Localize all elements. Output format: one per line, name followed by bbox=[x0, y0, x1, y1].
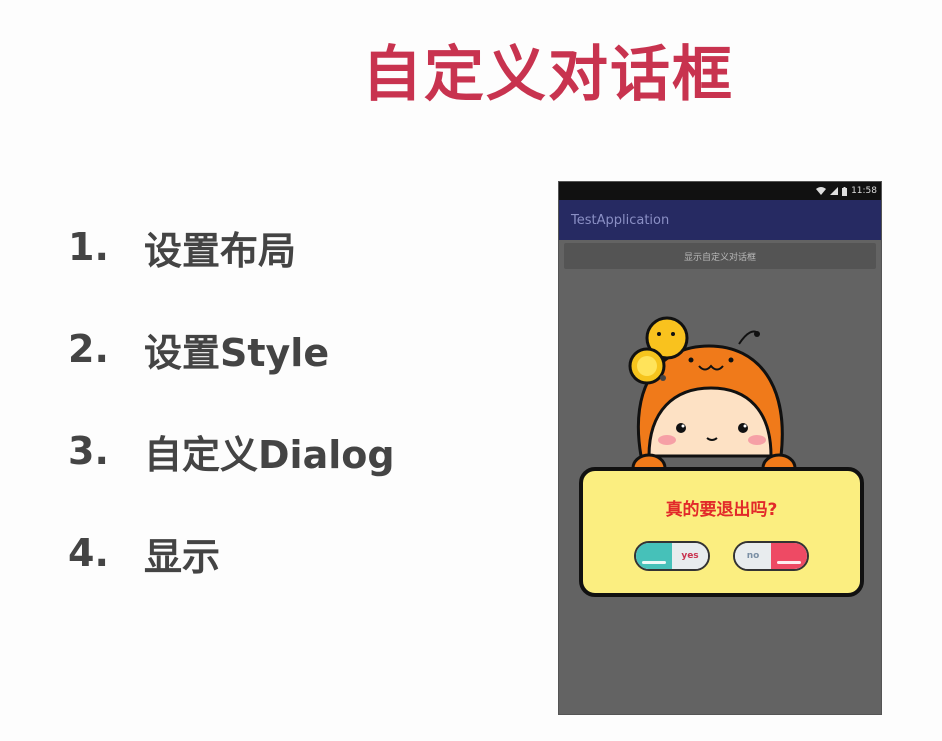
app-bar: TestApplication bbox=[559, 200, 881, 240]
mascot-illustration bbox=[628, 316, 797, 481]
yes-button[interactable]: yes bbox=[634, 541, 710, 571]
step-text: 设置Style bbox=[144, 330, 330, 375]
exit-dialog: 真的要退出吗? yes no bbox=[579, 467, 864, 597]
pill-shine bbox=[642, 561, 666, 564]
step-item: 4. 显示 bbox=[68, 502, 395, 604]
no-pill-color bbox=[771, 543, 807, 569]
no-label: no bbox=[735, 543, 771, 569]
phone-screen: 11:58 TestApplication 显示自定义对话框 真的要退出吗? y… bbox=[559, 182, 881, 714]
step-item: 2. 设置Style bbox=[68, 298, 395, 400]
app-title: TestApplication bbox=[571, 212, 670, 228]
dialog-message: 真的要退出吗? bbox=[665, 500, 778, 520]
signal-icon bbox=[830, 187, 839, 195]
step-number: 3. bbox=[68, 429, 109, 473]
step-text: 设置布局 bbox=[144, 228, 297, 273]
step-item: 1. 设置布局 bbox=[68, 196, 395, 298]
step-text: 自定义Dialog bbox=[144, 432, 395, 477]
yes-label: yes bbox=[672, 543, 708, 569]
step-number: 1. bbox=[68, 225, 109, 269]
step-item: 3. 自定义Dialog bbox=[68, 400, 395, 502]
no-button[interactable]: no bbox=[733, 541, 809, 571]
show-dialog-button-label: 显示自定义对话框 bbox=[683, 252, 756, 263]
slide-title: 自定义对话框 bbox=[362, 40, 734, 110]
pill-shine bbox=[777, 561, 801, 564]
status-time: 11:58 bbox=[851, 186, 877, 196]
step-number: 2. bbox=[68, 327, 109, 371]
yes-pill-color bbox=[636, 543, 672, 569]
status-bar: 11:58 bbox=[559, 182, 881, 200]
battery-icon bbox=[842, 186, 848, 196]
step-number: 4. bbox=[68, 531, 109, 575]
show-dialog-button[interactable]: 显示自定义对话框 bbox=[564, 243, 876, 269]
steps-list: 1. 设置布局 2. 设置Style 3. 自定义Dialog 4. 显示 bbox=[68, 196, 395, 604]
step-text: 显示 bbox=[144, 534, 221, 579]
wifi-icon bbox=[816, 187, 827, 195]
